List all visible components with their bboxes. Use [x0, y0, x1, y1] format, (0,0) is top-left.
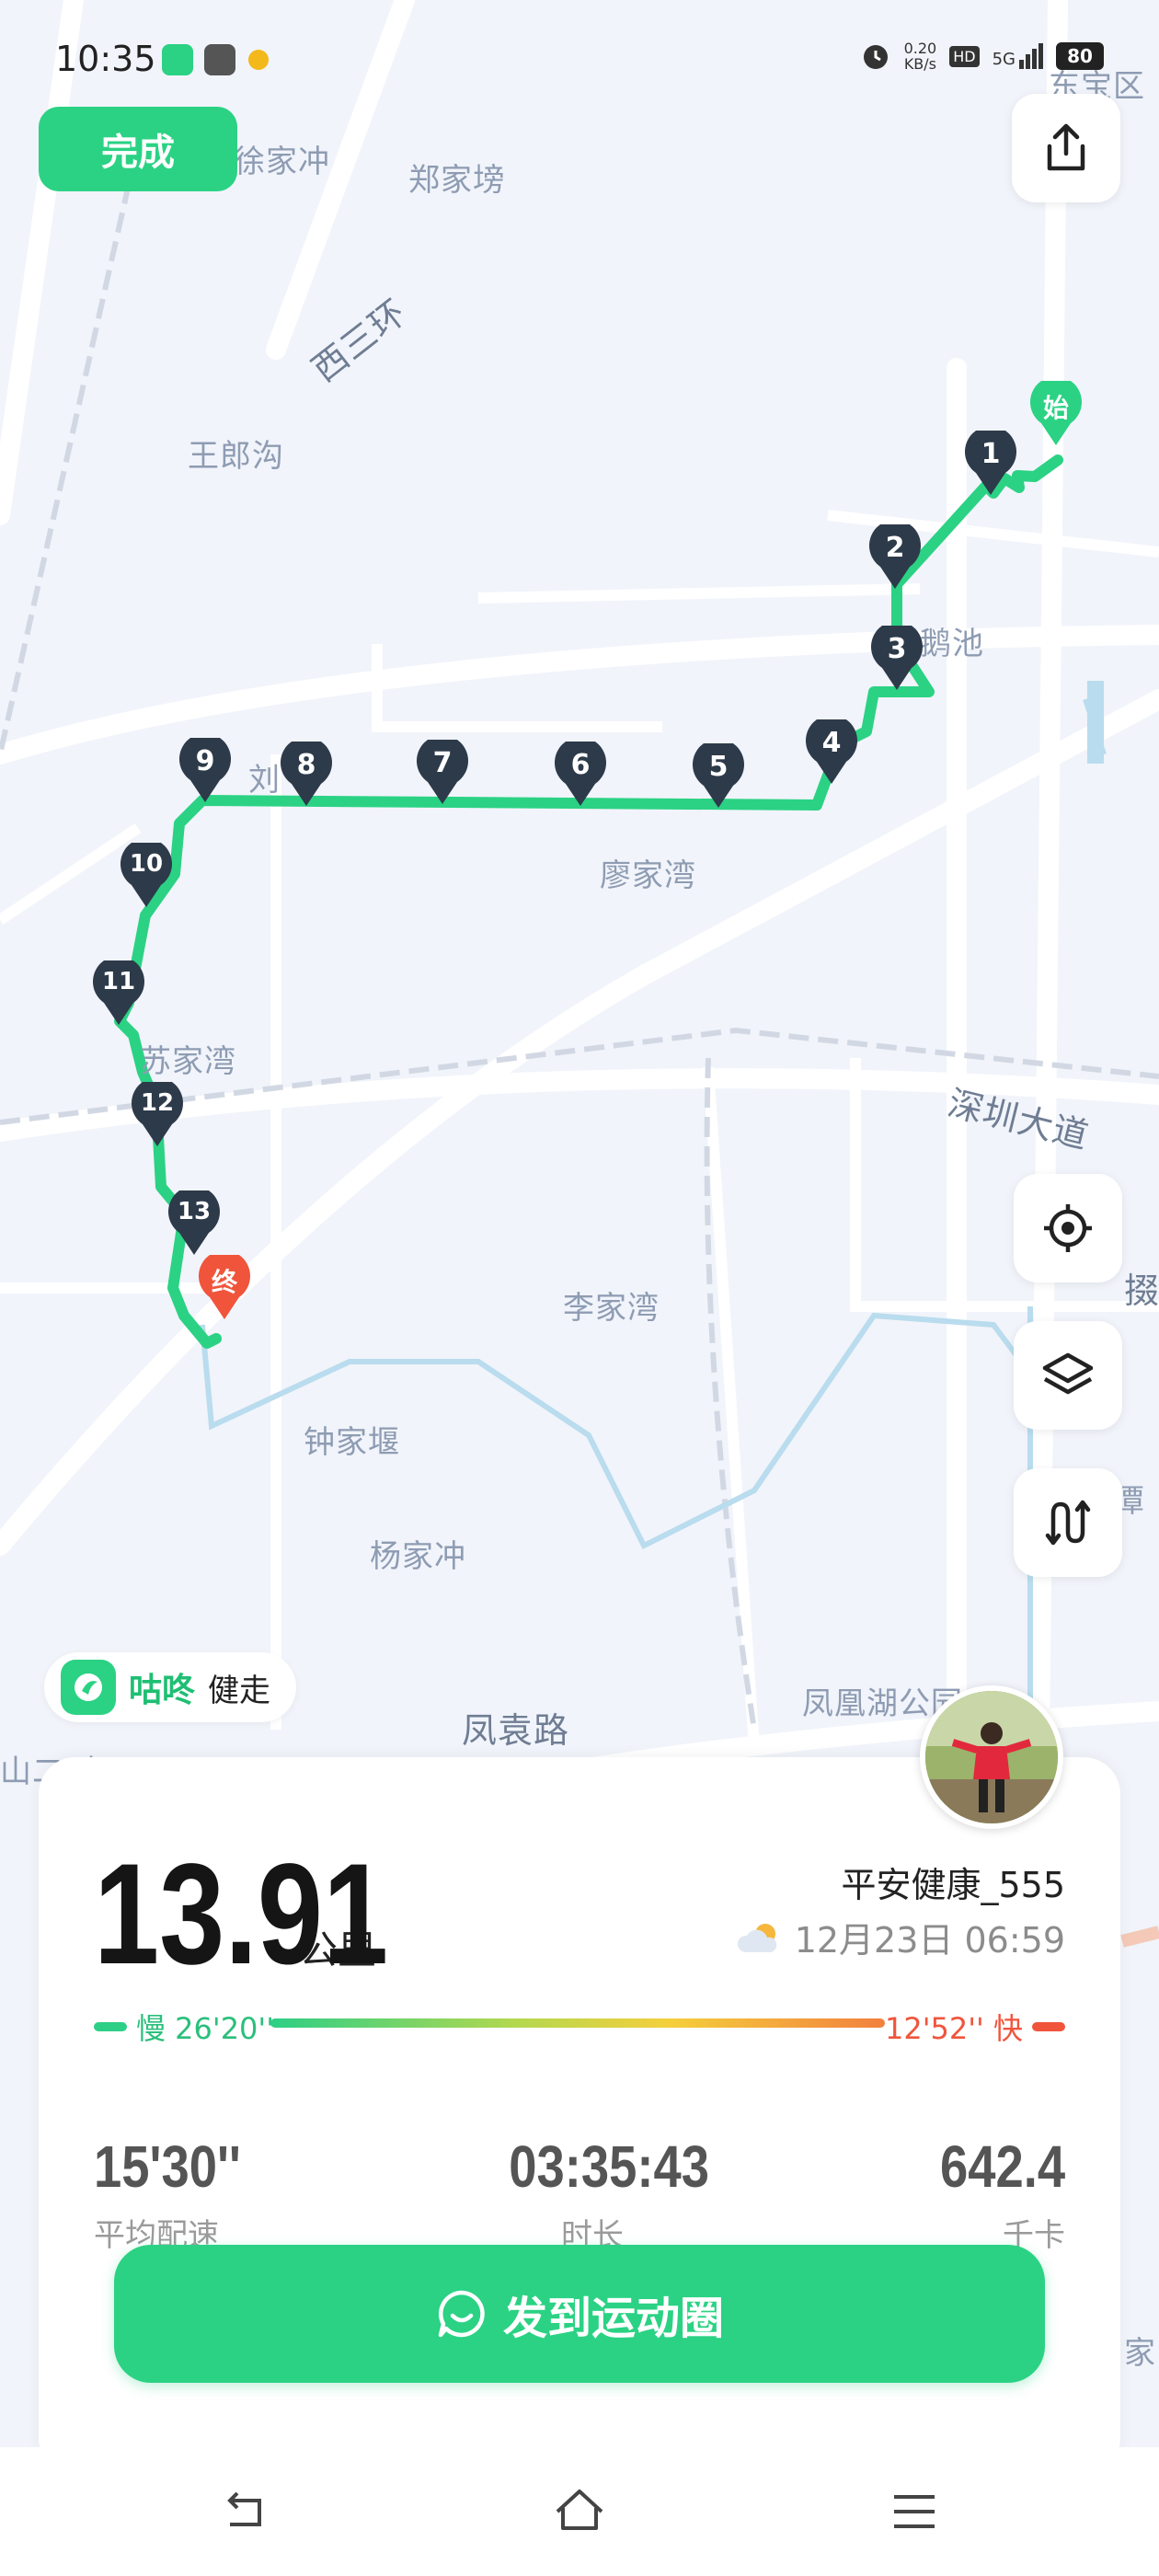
chat-bubble-icon: [438, 2290, 485, 2338]
pace-fast: 12'52'' 快: [885, 2006, 1065, 2048]
pace-slow: 慢 26'20'': [94, 2006, 274, 2048]
end-marker[interactable]: 终: [197, 1255, 252, 1321]
status-time: 10:35: [55, 39, 156, 79]
date-row: 12月23日 06:59: [736, 1912, 1065, 1962]
km-marker-label: 13: [177, 1198, 212, 1225]
km-marker-label: 8: [296, 749, 316, 781]
km-marker-label: 2: [885, 532, 905, 564]
km-marker-label: 3: [887, 633, 907, 665]
km-marker[interactable]: 13: [166, 1190, 222, 1257]
map-label: 刘: [248, 762, 281, 799]
home-icon[interactable]: [552, 2484, 607, 2539]
km-marker[interactable]: 4: [804, 719, 859, 786]
status-bar: 10:35 0.20 KB/s HD 5G 80: [0, 0, 1159, 120]
km-marker-label: 10: [129, 850, 164, 878]
gallery-notification-icon: [204, 44, 235, 75]
map-label: 家: [1124, 2335, 1156, 2372]
km-marker[interactable]: 3: [869, 626, 924, 692]
pace-gradient: [270, 2018, 885, 2028]
weather-cloudy-icon: [737, 1923, 776, 1952]
km-marker[interactable]: 1: [963, 431, 1018, 497]
km-marker[interactable]: 6: [553, 742, 608, 808]
stat-value: 03:35:43: [509, 2133, 709, 2200]
km-marker-label: 1: [981, 438, 1001, 470]
distance-value: 13.91: [94, 1834, 389, 1995]
brand-chip: 咕咚 健走: [44, 1652, 297, 1722]
pace-legend: 慢 26'20'' 12'52'' 快: [94, 2002, 1065, 2046]
km-marker[interactable]: 5: [691, 743, 746, 810]
back-icon[interactable]: [217, 2484, 272, 2539]
km-marker-label: 11: [101, 968, 136, 995]
battery-icon: 80: [1056, 42, 1104, 70]
km-marker-label: 6: [570, 749, 591, 781]
km-marker[interactable]: 9: [178, 738, 233, 804]
network-indicator: 5G: [993, 43, 1043, 69]
map-label: 杨家冲: [370, 1538, 466, 1575]
map-label: 李家湾: [563, 1290, 660, 1327]
share-icon: [1047, 123, 1085, 171]
map-label: 廖家湾: [600, 857, 696, 894]
km-marker[interactable]: 11: [91, 960, 146, 1027]
route-icon: [1045, 1500, 1091, 1546]
km-marker-label: 5: [708, 751, 729, 783]
layers-icon: [1042, 1352, 1094, 1395]
system-nav-bar: [0, 2447, 1159, 2576]
locate-button[interactable]: [1014, 1174, 1122, 1282]
km-marker-label: 12: [140, 1089, 175, 1117]
layers-button[interactable]: [1014, 1321, 1122, 1430]
km-marker[interactable]: 10: [119, 843, 174, 909]
km-marker[interactable]: 2: [867, 524, 923, 591]
km-marker[interactable]: 8: [279, 742, 334, 808]
map-label: 凤袁路: [462, 1710, 570, 1751]
map-label: 钟家堰: [304, 1424, 400, 1461]
map-label: 苏家湾: [140, 1043, 236, 1080]
locate-icon: [1044, 1204, 1092, 1252]
avatar[interactable]: [920, 1685, 1063, 1829]
map-label: 鹅池: [920, 626, 984, 662]
alarm-icon: [863, 45, 888, 69]
map-label: 王郎沟: [188, 438, 284, 475]
done-button[interactable]: 完成: [39, 107, 237, 191]
brand-name: 咕咚: [129, 1672, 196, 1709]
moon-icon: [248, 50, 269, 70]
menu-icon[interactable]: [887, 2484, 942, 2539]
map-label: 郑家塝: [408, 162, 505, 199]
start-marker[interactable]: 始: [1028, 381, 1084, 447]
route-toggle-button[interactable]: [1014, 1468, 1122, 1577]
km-marker[interactable]: 7: [415, 740, 470, 806]
stat-calories: 642.4 千卡: [918, 2133, 1065, 2255]
map-label: 掇: [1124, 1271, 1159, 1311]
start-marker-label: 始: [1042, 393, 1069, 423]
post-to-feed-label: 发到运动圈: [502, 2293, 724, 2344]
share-button[interactable]: [1012, 94, 1120, 202]
stat-value: 642.4: [939, 2133, 1065, 2200]
app-notification-icon: [162, 44, 193, 75]
stat-duration: 03:35:43 时长: [491, 2133, 709, 2255]
codoon-logo-icon: [61, 1660, 116, 1715]
post-to-feed-button[interactable]: 发到运动圈: [114, 2245, 1045, 2383]
user-name: 平安健康_555: [841, 1865, 1065, 1905]
net-speed: 0.20 KB/s: [903, 40, 937, 73]
status-icons: 0.20 KB/s HD 5G 80: [860, 40, 1104, 72]
activity-date: 12月23日 06:59: [794, 1920, 1065, 1961]
km-marker-label: 7: [432, 747, 453, 779]
hd-badge: HD: [949, 45, 980, 67]
km-marker-label: 9: [195, 745, 215, 777]
stat-value: 15'30'': [94, 2133, 241, 2200]
km-marker-label: 4: [821, 727, 842, 759]
end-marker-label: 终: [211, 1267, 237, 1297]
km-marker[interactable]: 12: [130, 1082, 185, 1148]
brand-activity-type: 健走: [208, 1672, 271, 1709]
distance: 13.91 公里: [94, 1833, 389, 1997]
stat-avg-pace: 15'30'' 平均配速: [94, 2133, 267, 2255]
map-label: 徐家冲: [234, 144, 330, 180]
